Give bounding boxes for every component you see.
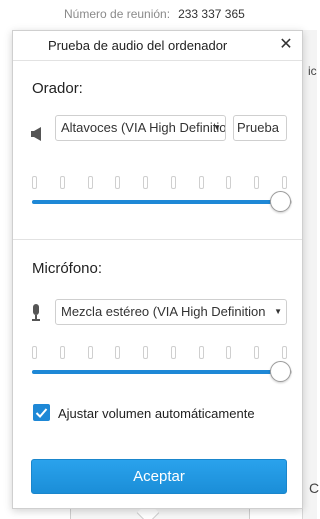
auto-adjust-checkbox[interactable] [33,404,50,421]
level-segment [32,346,37,359]
level-segment [170,346,176,359]
speaker-volume-slider[interactable] [32,191,292,213]
chevron-down-icon: ▼ [274,307,282,316]
level-segment [143,176,149,189]
speaker-icon [31,127,43,146]
microphone-volume-slider[interactable] [32,361,292,383]
level-segment [254,346,260,359]
level-segment [282,346,287,359]
meeting-number-label: Número de reunión: [64,7,171,21]
audio-test-dialog: Prueba de audio del ordenador ✕ Orador: … [12,30,303,509]
level-segment [87,176,93,189]
level-segment [198,346,204,359]
level-segment [170,176,176,189]
microphone-select-value: Mezcla estéreo (VIA High Definition [61,304,266,319]
accept-button[interactable]: Aceptar [31,459,287,494]
dialog-header: Prueba de audio del ordenador ✕ [13,31,302,61]
level-segment [254,176,260,189]
slider-thumb[interactable] [270,191,291,212]
checkmark-icon [35,408,48,418]
section-divider [13,239,302,240]
slider-thumb[interactable] [270,361,291,382]
level-segment [32,176,37,189]
level-segment [59,346,65,359]
speaker-select[interactable]: Altavoces (VIA High Definition ▼ [55,115,226,141]
close-button[interactable]: ✕ [276,35,296,55]
level-segment [226,346,232,359]
level-segment [226,176,232,189]
speaker-label: Orador: [32,80,83,97]
background-text-fragment: ic [308,64,317,78]
level-segment [59,176,65,189]
level-segment [115,176,121,189]
meeting-number-value: 233 337 365 [178,7,245,21]
level-segment [198,176,204,189]
background-panel [302,30,317,519]
dialog-title: Prueba de audio del ordenador [48,38,228,53]
level-segment [115,346,121,359]
slider-fill [32,200,281,204]
speaker-test-button[interactable]: Prueba [233,115,287,141]
speaker-level-meter [32,176,290,190]
meeting-number-row: Número de reunión: 233 337 365 [64,7,245,21]
chevron-down-icon: ▼ [213,123,221,132]
level-segment [87,346,93,359]
microphone-level-meter [32,346,290,360]
slider-fill [32,370,281,374]
level-segment [282,176,287,189]
microphone-icon [31,304,41,326]
microphone-select[interactable]: Mezcla estéreo (VIA High Definition ▼ [55,299,287,325]
level-segment [143,346,149,359]
speaker-select-value: Altavoces (VIA High Definition [61,120,226,135]
microphone-label: Micrófono: [32,260,103,277]
auto-adjust-label: Ajustar volumen automáticamente [58,406,255,421]
background-text-fragment-bottom: C [309,480,320,496]
